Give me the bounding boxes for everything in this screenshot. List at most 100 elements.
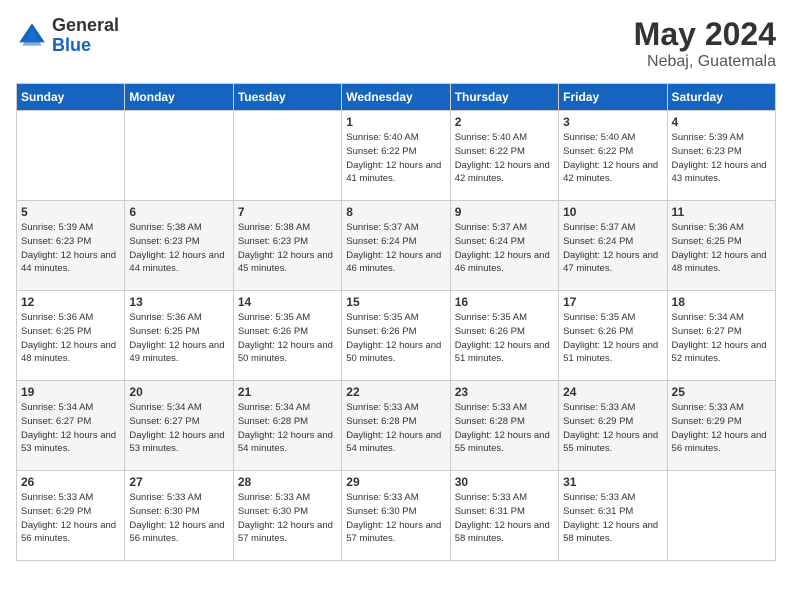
day-cell: 15 Sunrise: 5:35 AM Sunset: 6:26 PM Dayl… bbox=[342, 291, 450, 381]
day-info: Sunrise: 5:33 AM Sunset: 6:29 PM Dayligh… bbox=[672, 401, 771, 456]
day-info: Sunrise: 5:35 AM Sunset: 6:26 PM Dayligh… bbox=[455, 311, 554, 366]
day-number: 3 bbox=[563, 115, 662, 129]
day-cell bbox=[125, 111, 233, 201]
day-number: 21 bbox=[238, 385, 337, 399]
day-number: 23 bbox=[455, 385, 554, 399]
header-saturday: Saturday bbox=[667, 84, 775, 111]
logo-icon bbox=[16, 20, 48, 52]
day-info: Sunrise: 5:40 AM Sunset: 6:22 PM Dayligh… bbox=[455, 131, 554, 186]
day-number: 15 bbox=[346, 295, 445, 309]
day-info: Sunrise: 5:36 AM Sunset: 6:25 PM Dayligh… bbox=[672, 221, 771, 276]
day-cell: 6 Sunrise: 5:38 AM Sunset: 6:23 PM Dayli… bbox=[125, 201, 233, 291]
day-info: Sunrise: 5:34 AM Sunset: 6:27 PM Dayligh… bbox=[129, 401, 228, 456]
day-info: Sunrise: 5:38 AM Sunset: 6:23 PM Dayligh… bbox=[129, 221, 228, 276]
day-cell bbox=[667, 471, 775, 561]
logo-text: General Blue bbox=[52, 16, 119, 56]
logo: General Blue bbox=[16, 16, 119, 56]
day-number: 22 bbox=[346, 385, 445, 399]
day-info: Sunrise: 5:34 AM Sunset: 6:28 PM Dayligh… bbox=[238, 401, 337, 456]
day-cell: 23 Sunrise: 5:33 AM Sunset: 6:28 PM Dayl… bbox=[450, 381, 558, 471]
calendar-table: Sunday Monday Tuesday Wednesday Thursday… bbox=[16, 83, 776, 561]
week-row-1: 1 Sunrise: 5:40 AM Sunset: 6:22 PM Dayli… bbox=[17, 111, 776, 201]
day-info: Sunrise: 5:33 AM Sunset: 6:31 PM Dayligh… bbox=[563, 491, 662, 546]
day-info: Sunrise: 5:35 AM Sunset: 6:26 PM Dayligh… bbox=[346, 311, 445, 366]
header-monday: Monday bbox=[125, 84, 233, 111]
day-number: 28 bbox=[238, 475, 337, 489]
day-cell: 25 Sunrise: 5:33 AM Sunset: 6:29 PM Dayl… bbox=[667, 381, 775, 471]
day-number: 29 bbox=[346, 475, 445, 489]
day-cell: 4 Sunrise: 5:39 AM Sunset: 6:23 PM Dayli… bbox=[667, 111, 775, 201]
day-cell: 26 Sunrise: 5:33 AM Sunset: 6:29 PM Dayl… bbox=[17, 471, 125, 561]
day-cell: 14 Sunrise: 5:35 AM Sunset: 6:26 PM Dayl… bbox=[233, 291, 341, 381]
day-cell bbox=[17, 111, 125, 201]
day-info: Sunrise: 5:39 AM Sunset: 6:23 PM Dayligh… bbox=[672, 131, 771, 186]
day-number: 1 bbox=[346, 115, 445, 129]
header-sunday: Sunday bbox=[17, 84, 125, 111]
day-info: Sunrise: 5:33 AM Sunset: 6:30 PM Dayligh… bbox=[238, 491, 337, 546]
header-friday: Friday bbox=[559, 84, 667, 111]
header-wednesday: Wednesday bbox=[342, 84, 450, 111]
calendar-title: May 2024 bbox=[634, 16, 776, 53]
day-number: 14 bbox=[238, 295, 337, 309]
day-cell: 20 Sunrise: 5:34 AM Sunset: 6:27 PM Dayl… bbox=[125, 381, 233, 471]
day-cell: 10 Sunrise: 5:37 AM Sunset: 6:24 PM Dayl… bbox=[559, 201, 667, 291]
day-cell: 28 Sunrise: 5:33 AM Sunset: 6:30 PM Dayl… bbox=[233, 471, 341, 561]
header-tuesday: Tuesday bbox=[233, 84, 341, 111]
day-number: 7 bbox=[238, 205, 337, 219]
day-cell: 9 Sunrise: 5:37 AM Sunset: 6:24 PM Dayli… bbox=[450, 201, 558, 291]
day-cell: 16 Sunrise: 5:35 AM Sunset: 6:26 PM Dayl… bbox=[450, 291, 558, 381]
day-cell: 29 Sunrise: 5:33 AM Sunset: 6:30 PM Dayl… bbox=[342, 471, 450, 561]
day-cell: 30 Sunrise: 5:33 AM Sunset: 6:31 PM Dayl… bbox=[450, 471, 558, 561]
day-number: 25 bbox=[672, 385, 771, 399]
day-number: 9 bbox=[455, 205, 554, 219]
day-cell: 17 Sunrise: 5:35 AM Sunset: 6:26 PM Dayl… bbox=[559, 291, 667, 381]
day-cell bbox=[233, 111, 341, 201]
day-number: 10 bbox=[563, 205, 662, 219]
day-number: 6 bbox=[129, 205, 228, 219]
day-number: 11 bbox=[672, 205, 771, 219]
day-info: Sunrise: 5:38 AM Sunset: 6:23 PM Dayligh… bbox=[238, 221, 337, 276]
day-info: Sunrise: 5:37 AM Sunset: 6:24 PM Dayligh… bbox=[563, 221, 662, 276]
day-cell: 2 Sunrise: 5:40 AM Sunset: 6:22 PM Dayli… bbox=[450, 111, 558, 201]
day-info: Sunrise: 5:33 AM Sunset: 6:28 PM Dayligh… bbox=[455, 401, 554, 456]
day-number: 19 bbox=[21, 385, 120, 399]
day-info: Sunrise: 5:33 AM Sunset: 6:31 PM Dayligh… bbox=[455, 491, 554, 546]
day-info: Sunrise: 5:36 AM Sunset: 6:25 PM Dayligh… bbox=[129, 311, 228, 366]
day-cell: 19 Sunrise: 5:34 AM Sunset: 6:27 PM Dayl… bbox=[17, 381, 125, 471]
week-row-3: 12 Sunrise: 5:36 AM Sunset: 6:25 PM Dayl… bbox=[17, 291, 776, 381]
week-row-5: 26 Sunrise: 5:33 AM Sunset: 6:29 PM Dayl… bbox=[17, 471, 776, 561]
day-number: 24 bbox=[563, 385, 662, 399]
day-info: Sunrise: 5:39 AM Sunset: 6:23 PM Dayligh… bbox=[21, 221, 120, 276]
week-row-4: 19 Sunrise: 5:34 AM Sunset: 6:27 PM Dayl… bbox=[17, 381, 776, 471]
day-cell: 7 Sunrise: 5:38 AM Sunset: 6:23 PM Dayli… bbox=[233, 201, 341, 291]
day-info: Sunrise: 5:35 AM Sunset: 6:26 PM Dayligh… bbox=[563, 311, 662, 366]
day-number: 16 bbox=[455, 295, 554, 309]
day-cell: 12 Sunrise: 5:36 AM Sunset: 6:25 PM Dayl… bbox=[17, 291, 125, 381]
page-header: General Blue May 2024 Nebaj, Guatemala bbox=[16, 16, 776, 71]
day-number: 26 bbox=[21, 475, 120, 489]
day-number: 4 bbox=[672, 115, 771, 129]
calendar-location: Nebaj, Guatemala bbox=[634, 53, 776, 71]
day-number: 2 bbox=[455, 115, 554, 129]
title-block: May 2024 Nebaj, Guatemala bbox=[634, 16, 776, 71]
day-number: 17 bbox=[563, 295, 662, 309]
week-row-2: 5 Sunrise: 5:39 AM Sunset: 6:23 PM Dayli… bbox=[17, 201, 776, 291]
day-cell: 3 Sunrise: 5:40 AM Sunset: 6:22 PM Dayli… bbox=[559, 111, 667, 201]
day-number: 5 bbox=[21, 205, 120, 219]
day-cell: 31 Sunrise: 5:33 AM Sunset: 6:31 PM Dayl… bbox=[559, 471, 667, 561]
day-cell: 8 Sunrise: 5:37 AM Sunset: 6:24 PM Dayli… bbox=[342, 201, 450, 291]
day-number: 27 bbox=[129, 475, 228, 489]
day-info: Sunrise: 5:33 AM Sunset: 6:29 PM Dayligh… bbox=[21, 491, 120, 546]
day-info: Sunrise: 5:37 AM Sunset: 6:24 PM Dayligh… bbox=[455, 221, 554, 276]
day-info: Sunrise: 5:33 AM Sunset: 6:30 PM Dayligh… bbox=[129, 491, 228, 546]
day-number: 18 bbox=[672, 295, 771, 309]
day-info: Sunrise: 5:35 AM Sunset: 6:26 PM Dayligh… bbox=[238, 311, 337, 366]
day-number: 20 bbox=[129, 385, 228, 399]
day-number: 12 bbox=[21, 295, 120, 309]
day-cell: 24 Sunrise: 5:33 AM Sunset: 6:29 PM Dayl… bbox=[559, 381, 667, 471]
day-info: Sunrise: 5:33 AM Sunset: 6:30 PM Dayligh… bbox=[346, 491, 445, 546]
day-info: Sunrise: 5:33 AM Sunset: 6:28 PM Dayligh… bbox=[346, 401, 445, 456]
logo-blue-label: Blue bbox=[52, 36, 119, 56]
day-number: 30 bbox=[455, 475, 554, 489]
logo-general-label: General bbox=[52, 16, 119, 36]
